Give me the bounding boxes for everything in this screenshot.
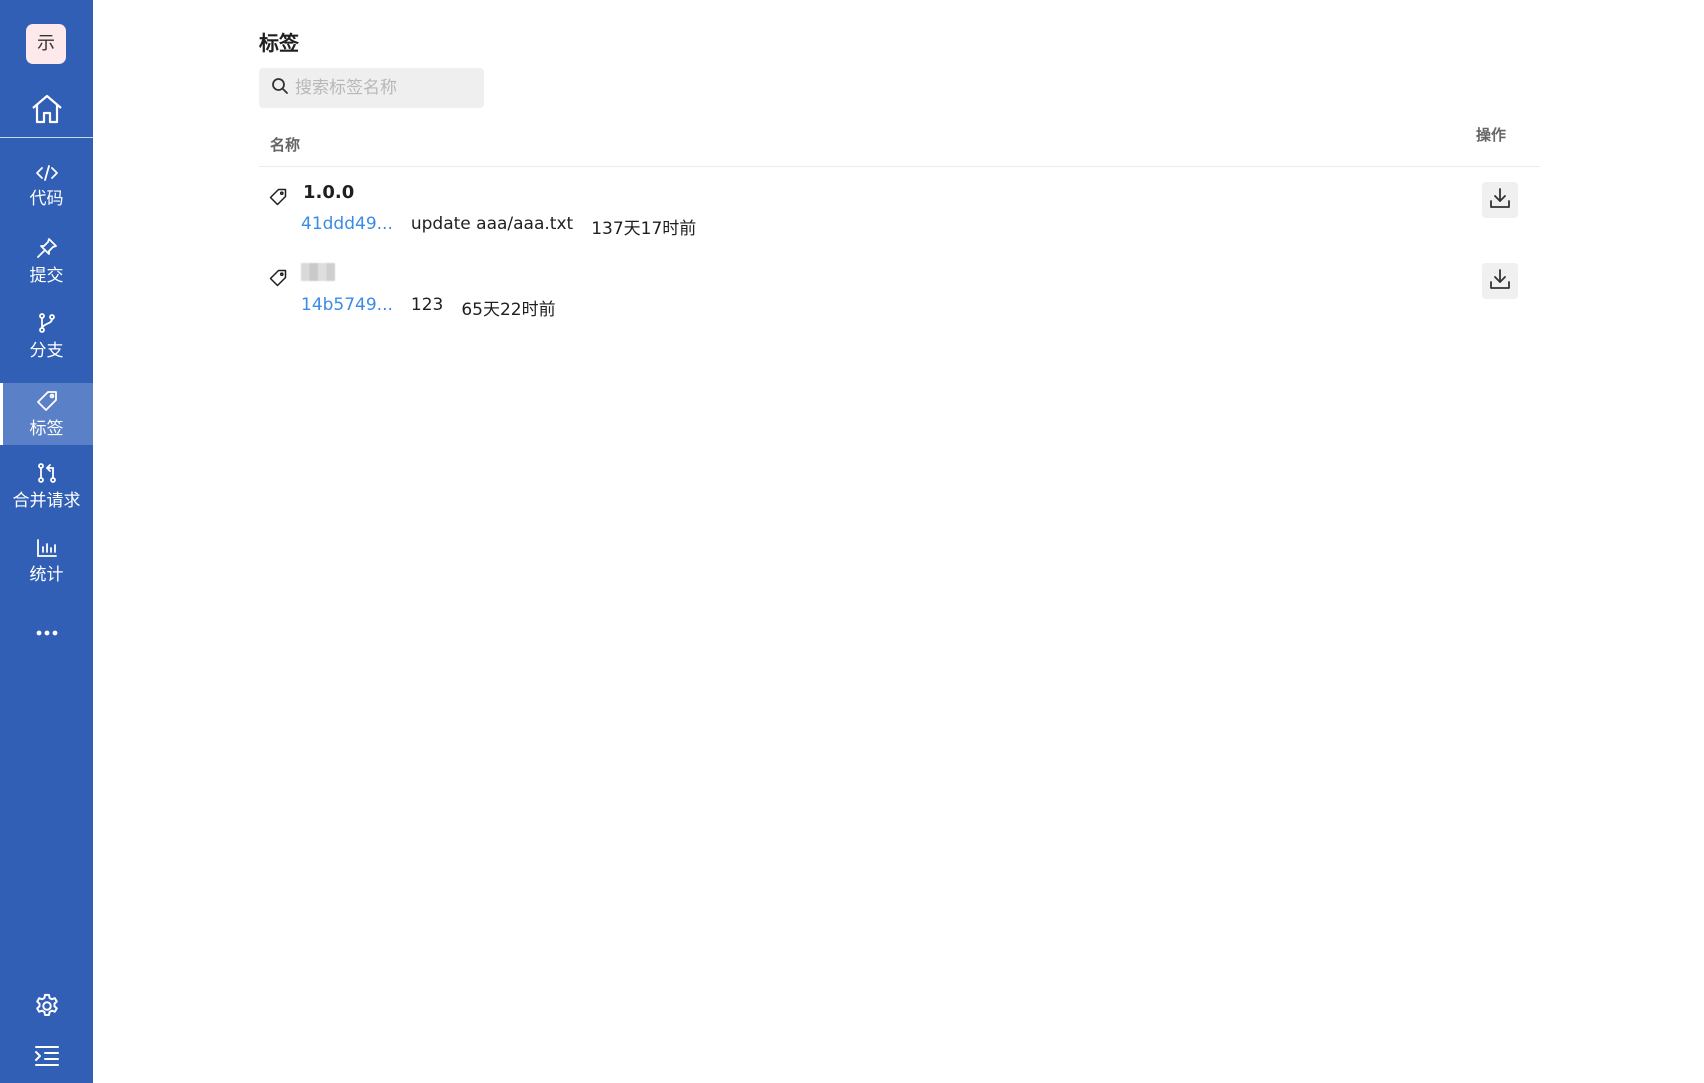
sidebar-item-commits[interactable]: 提交 <box>0 230 93 292</box>
code-icon <box>35 164 59 186</box>
search-box[interactable] <box>259 68 484 108</box>
commit-message: update aaa/aaa.txt <box>410 214 574 234</box>
column-header-actions: 操作 <box>1476 126 1507 144</box>
home-button[interactable] <box>0 88 93 134</box>
download-icon <box>1489 268 1511 294</box>
tag-meta: 14b5749... 123 65天22时前 <box>301 295 556 320</box>
commit-time: 137天17时前 <box>591 219 697 239</box>
commit-time: 65天22时前 <box>461 300 556 320</box>
tag-name-redacted[interactable] <box>301 263 335 281</box>
tag-icon <box>36 390 58 416</box>
collapse-sidebar-button[interactable] <box>0 1042 93 1074</box>
tag-name[interactable]: 1.0.0 <box>303 182 354 203</box>
sidebar-item-tags[interactable]: 标签 <box>0 383 93 445</box>
sidebar-item-label: 分支 <box>29 340 64 361</box>
sidebar-divider <box>0 137 93 138</box>
commit-message: 123 <box>410 295 444 315</box>
page-title: 标签 <box>259 31 299 55</box>
branch-icon <box>36 312 58 338</box>
column-header-name: 名称 <box>270 136 301 154</box>
table-row: 14b5749... 123 65天22时前 <box>259 263 1540 339</box>
tag-icon <box>269 269 287 291</box>
more-icon <box>36 621 58 640</box>
download-button[interactable] <box>1482 182 1518 218</box>
sidebar-item-branches[interactable]: 分支 <box>0 305 93 367</box>
merge-request-icon <box>36 462 58 488</box>
home-icon <box>30 93 64 129</box>
tag-meta: 41ddd49... update aaa/aaa.txt 137天17时前 <box>301 214 696 239</box>
sidebar-item-label: 提交 <box>29 265 64 286</box>
download-icon <box>1489 187 1511 213</box>
sidebar-item-code[interactable]: 代码 <box>0 155 93 217</box>
commit-link[interactable]: 14b5749... <box>301 295 393 320</box>
pin-icon <box>36 237 58 263</box>
table-header-divider <box>259 166 1540 167</box>
collapse-menu-icon <box>34 1045 60 1071</box>
sidebar-item-label: 统计 <box>29 564 64 585</box>
table-row: 1.0.0 41ddd49... update aaa/aaa.txt 137天… <box>259 182 1540 258</box>
settings-button[interactable] <box>0 990 93 1026</box>
search-icon <box>271 77 289 99</box>
download-button[interactable] <box>1482 263 1518 299</box>
gear-icon <box>33 992 61 1024</box>
search-input[interactable] <box>295 78 475 98</box>
sidebar-item-label: 合并请求 <box>12 490 81 511</box>
bar-chart-icon <box>36 538 58 562</box>
project-avatar[interactable]: 示 <box>26 24 66 64</box>
more-button[interactable] <box>0 618 93 642</box>
sidebar-item-label: 标签 <box>29 418 64 439</box>
sidebar: 示 代码 提交 分支 标签 合并请求 统计 <box>0 0 93 1083</box>
tag-icon <box>269 188 287 210</box>
sidebar-item-statistics[interactable]: 统计 <box>0 530 93 592</box>
sidebar-item-merge-requests[interactable]: 合并请求 <box>0 455 93 517</box>
sidebar-item-label: 代码 <box>29 188 64 209</box>
commit-link[interactable]: 41ddd49... <box>301 214 393 239</box>
